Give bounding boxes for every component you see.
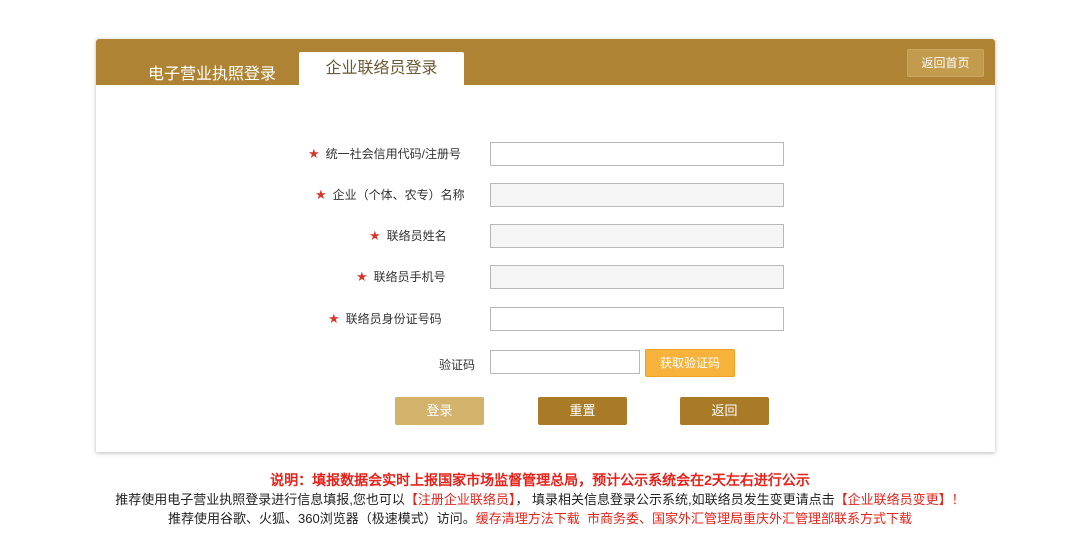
required-star-icon: ★ (328, 311, 340, 326)
notice-line: 说明：填报数据会实时上报国家市场监督管理总局，预计公示系统会在2天左右进行公示 (270, 472, 810, 488)
liaison-id-input[interactable] (490, 307, 784, 331)
login-panel: 电子营业执照登录 企业联络员登录 返回首页 ★ 统一社会信用代码/注册号 ★ 企业（… (96, 39, 995, 452)
login-button[interactable]: 登录 (395, 397, 484, 425)
return-home-button[interactable]: 返回首页 (907, 49, 984, 77)
required-star-icon: ★ (315, 187, 327, 202)
liaison-name-label: ★ 联络员姓名 (369, 228, 447, 243)
tab-license-login[interactable]: 电子营业执照登录 (148, 60, 276, 84)
get-code-button[interactable]: 获取验证码 (645, 349, 735, 377)
required-star-icon: ★ (356, 269, 368, 284)
change-liaison-link[interactable]: 【企业联络员变更】！ (835, 492, 965, 507)
captcha-label: 验证码 (439, 358, 476, 372)
credit-code-input[interactable] (490, 142, 784, 166)
liaison-phone-input[interactable] (490, 265, 784, 289)
liaison-name-input[interactable] (490, 224, 784, 248)
company-name-label: ★ 企业（个体、农专）名称 (315, 187, 465, 202)
captcha-input[interactable] (490, 350, 640, 374)
back-button[interactable]: 返回 (680, 397, 769, 425)
tab-liaison-login[interactable]: 企业联络员登录 (299, 52, 464, 85)
recommend-line: 推荐使用电子营业执照登录进行信息填报,您也可以【注册企业联络员】， 填录相关信息… (115, 492, 965, 507)
required-star-icon: ★ (369, 228, 381, 243)
liaison-id-label: ★ 联络员身份证号码 (328, 311, 442, 326)
company-name-input[interactable] (490, 183, 784, 207)
register-liaison-link[interactable]: 【注册企业联络员】 (405, 492, 516, 507)
credit-code-label: ★ 统一社会信用代码/注册号 (308, 146, 461, 161)
notes: 说明：填报数据会实时上报国家市场监督管理总局，预计公示系统会在2天左右进行公示 … (0, 471, 1080, 528)
contact-download-link[interactable]: 市商务委、国家外汇管理局重庆外汇管理部联系方式下载 (587, 511, 912, 526)
browser-line: 推荐使用谷歌、火狐、360浏览器（极速模式）访问。缓存清理方法下载 市商务委、国… (168, 511, 912, 526)
liaison-phone-label: ★ 联络员手机号 (356, 269, 446, 284)
panel-header: 电子营业执照登录 企业联络员登录 返回首页 (96, 39, 995, 85)
cache-clear-download-link[interactable]: 缓存清理方法下载 (476, 511, 580, 526)
required-star-icon: ★ (308, 146, 320, 161)
reset-button[interactable]: 重置 (538, 397, 627, 425)
